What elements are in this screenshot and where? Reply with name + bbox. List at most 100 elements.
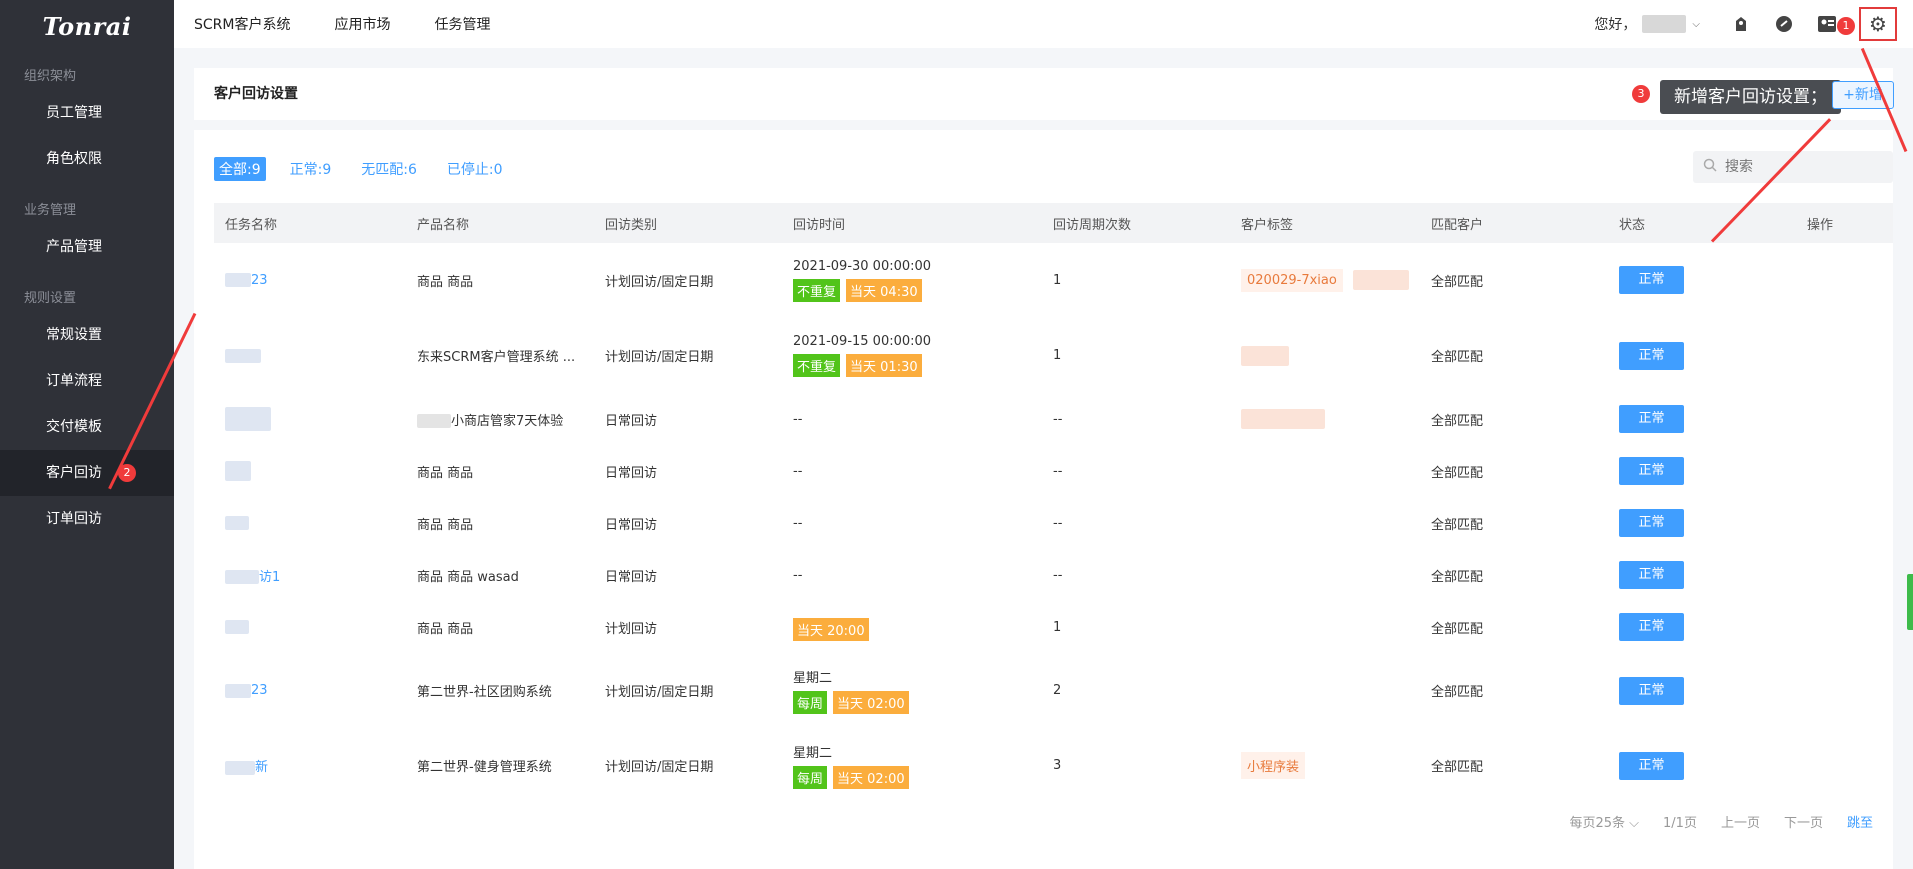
status-button[interactable]: 正常	[1619, 751, 1684, 780]
annotation-tooltip: 新增客户回访设置；	[1660, 80, 1841, 114]
count-cell: --	[1042, 445, 1230, 498]
task-name-cell[interactable]: 新	[214, 728, 406, 804]
search-icon	[1703, 158, 1717, 176]
status-button[interactable]: 正常	[1619, 405, 1684, 433]
revisit-time: 2021-09-30 00:00:00	[793, 258, 932, 274]
sidebar-item-general[interactable]: 常规设置	[0, 312, 174, 358]
revisit-time: 星期二	[793, 746, 833, 761]
settings-gear-button[interactable]: ⚙	[1859, 7, 1897, 41]
link-icon[interactable]	[1773, 13, 1795, 35]
match-cell: 全部匹配	[1420, 601, 1608, 654]
actions-cell	[1796, 653, 1893, 729]
count-cell: --	[1042, 393, 1230, 446]
customer-tag: 020029-7xiao	[1241, 268, 1343, 292]
task-name[interactable]: 新	[255, 760, 268, 775]
status-button[interactable]: 正常	[1619, 266, 1684, 295]
filter-all[interactable]: 全部:9	[214, 157, 266, 181]
task-name-cell[interactable]	[214, 601, 406, 654]
table-row: 东来SCRM客户管理系统 ... 计划回访/固定日期 2021-09-15 00…	[214, 318, 1893, 394]
actions-cell	[1796, 393, 1893, 446]
contact-card-icon[interactable]	[1816, 13, 1838, 35]
table-row: 商品 商品 计划回访 当天 20:00 1 全部匹配 正常	[214, 601, 1893, 654]
table-row: 23 第二世界-社区团购系统 计划回访/固定日期 星期二 每周 当天 02:00 …	[214, 653, 1893, 729]
time-tag: 当天 20:00	[793, 618, 869, 641]
task-name-cell[interactable]	[214, 393, 406, 446]
sidebar-item-products[interactable]: 产品管理	[0, 224, 174, 270]
status-button[interactable]: 正常	[1619, 561, 1684, 589]
product-cell: 东来SCRM客户管理系统 ...	[406, 318, 594, 394]
time-cell: --	[782, 549, 1042, 602]
filter-stopped[interactable]: 已停止:0	[447, 159, 503, 179]
search-input[interactable]	[1723, 158, 1867, 176]
task-name-cell[interactable]	[214, 445, 406, 498]
sidebar-item-order-flow[interactable]: 订单流程	[0, 358, 174, 404]
product-cell: 商品 商品 wasad	[406, 549, 594, 602]
chevron-down-icon[interactable]: ⌵	[1692, 19, 1700, 30]
page-count: 1/1页	[1663, 816, 1697, 831]
product-cell: 商品 商品	[406, 243, 594, 319]
product-name: 小商店管家7天体验	[451, 413, 564, 429]
top-nav-task-management[interactable]: 任务管理	[434, 14, 490, 34]
task-name-cell[interactable]: 23	[214, 243, 406, 319]
task-name-cell[interactable]	[214, 318, 406, 394]
col-header-match: 匹配客户	[1431, 217, 1484, 233]
category-cell: 日常回访	[594, 393, 782, 446]
actions-cell	[1796, 318, 1893, 394]
time-cell: 2021-09-30 00:00:00 不重复 当天 04:30	[782, 243, 1042, 319]
status-button[interactable]: 正常	[1619, 509, 1684, 537]
table-row: 23 商品 商品 计划回访/固定日期 2021-09-30 00:00:00 不…	[214, 243, 1893, 319]
filter-no-match[interactable]: 无匹配:6	[361, 159, 417, 179]
sidebar-group-title: 规则设置	[24, 291, 77, 306]
status-cell: 正常	[1608, 549, 1796, 602]
jump-to-page[interactable]: 跳至	[1847, 812, 1873, 831]
product-name: 商品 商品 wasad	[417, 569, 519, 585]
status-button[interactable]: 正常	[1619, 613, 1684, 641]
task-name-cell[interactable]	[214, 497, 406, 550]
filter-normal[interactable]: 正常:9	[290, 159, 332, 179]
table-row: 小商店管家7天体验 日常回访 -- -- 全部匹配 正常	[214, 393, 1893, 446]
task-name[interactable]: 23	[251, 273, 268, 288]
status-cell: 正常	[1608, 653, 1796, 729]
table-row: 商品 商品 日常回访 -- -- 全部匹配 正常	[214, 497, 1893, 550]
time-cell: --	[782, 445, 1042, 498]
task-name[interactable]: 23	[251, 683, 268, 698]
user-name-blurred[interactable]	[1642, 15, 1687, 33]
brand-logo[interactable]: Tonrai	[0, 0, 174, 52]
category-cell: 日常回访	[594, 445, 782, 498]
time-tag: 当天 01:30	[846, 354, 922, 377]
annotation-badge-3: 3	[1632, 85, 1650, 103]
col-header-count: 回访周期次数	[1053, 217, 1132, 233]
category-cell: 计划回访/固定日期	[594, 318, 782, 394]
task-name-cell[interactable]: 访1	[214, 549, 406, 602]
top-nav-app-market[interactable]: 应用市场	[334, 14, 390, 34]
sidebar-item-roles[interactable]: 角色权限	[0, 136, 174, 182]
match-cell: 全部匹配	[1420, 318, 1608, 394]
sidebar-item-customer-revisit[interactable]: 客户回访 2	[0, 450, 174, 496]
actions-cell	[1796, 445, 1893, 498]
task-name[interactable]: 访1	[259, 570, 280, 585]
actions-cell	[1796, 549, 1893, 602]
page-size-select[interactable]: 每页25条 ⌵	[1545, 812, 1639, 831]
prev-page-button[interactable]: 上一页	[1721, 812, 1760, 831]
sidebar-item-staff[interactable]: 员工管理	[0, 90, 174, 136]
status-button[interactable]: 正常	[1619, 676, 1684, 705]
table-row: 新 第二世界-健身管理系统 计划回访/固定日期 星期二 每周 当天 02:00 3…	[214, 728, 1893, 804]
product-cell: 商品 商品	[406, 497, 594, 550]
status-button[interactable]: 正常	[1619, 341, 1684, 370]
col-header-product: 产品名称	[417, 217, 470, 233]
match-cell: 全部匹配	[1420, 445, 1608, 498]
category-cell: 日常回访	[594, 549, 782, 602]
actions-cell	[1796, 728, 1893, 804]
rocket-icon[interactable]	[1730, 13, 1752, 35]
customer-tag-cell	[1230, 549, 1420, 602]
top-nav-scrm[interactable]: SCRM客户系统	[194, 14, 290, 34]
count-cell: --	[1042, 549, 1230, 602]
task-name-cell[interactable]: 23	[214, 653, 406, 729]
sidebar-item-order-revisit[interactable]: 订单回访	[0, 496, 174, 542]
product-name: 商品 商品	[417, 621, 474, 637]
side-scroll-tab[interactable]	[1907, 574, 1913, 630]
next-page-button[interactable]: 下一页	[1784, 812, 1823, 831]
user-greeting: 您好，	[1594, 17, 1637, 33]
status-button[interactable]: 正常	[1619, 457, 1684, 485]
repeat-tag: 不重复	[793, 354, 841, 377]
